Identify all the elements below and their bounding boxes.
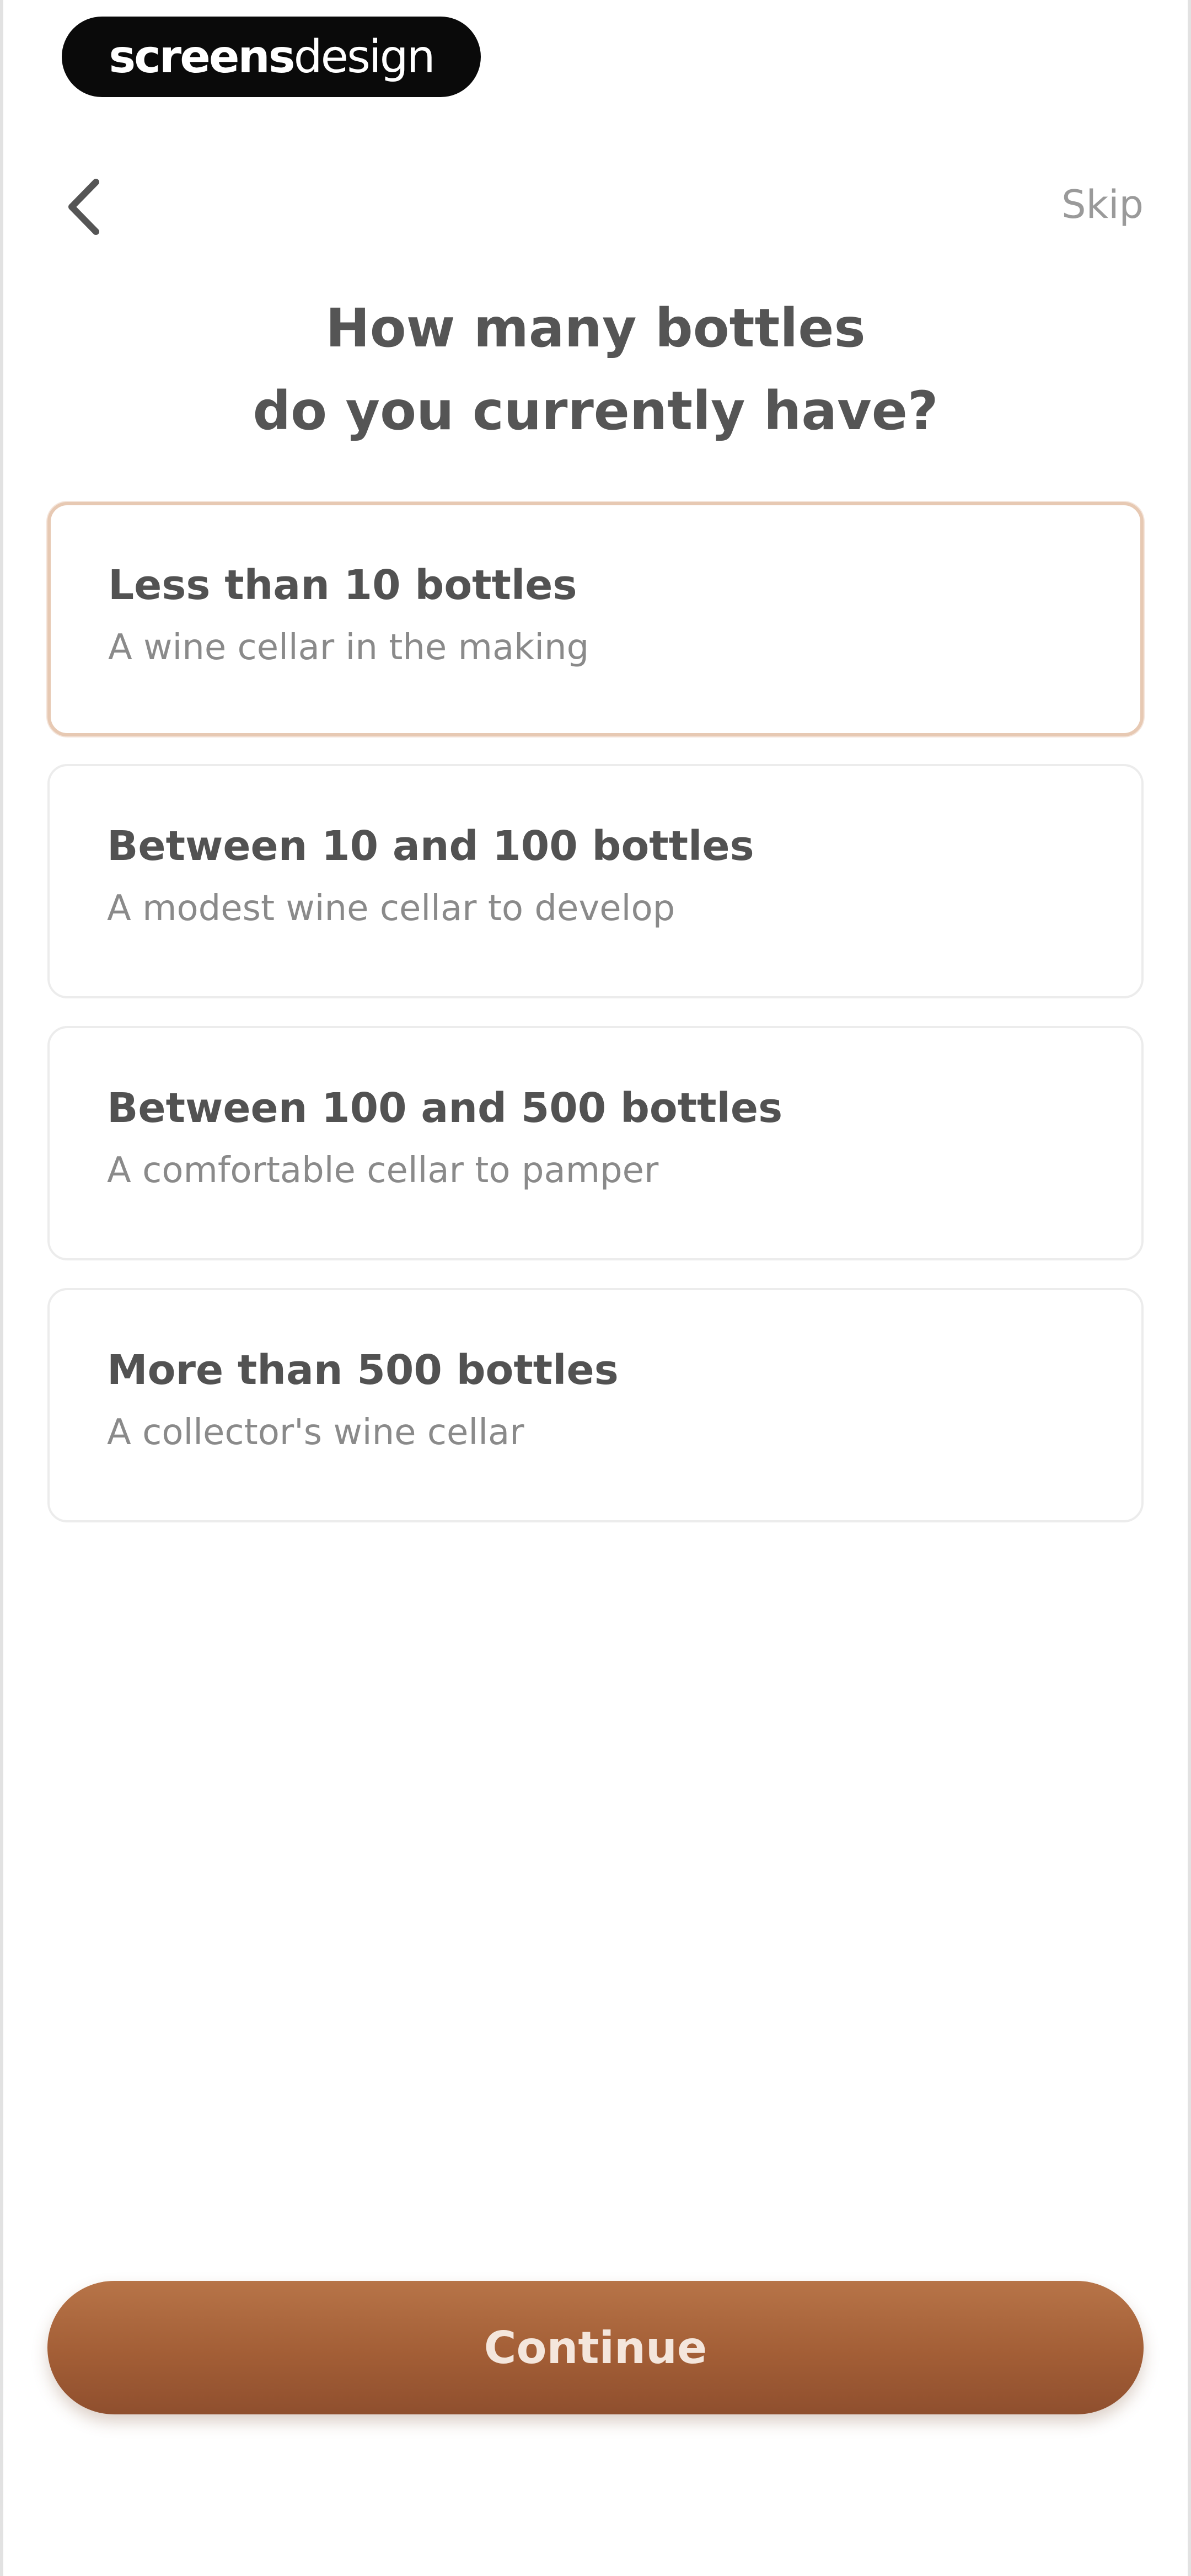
question-title: How many bottles do you currently have? (3, 287, 1188, 452)
chevron-left-icon (68, 179, 99, 235)
option-title: Less than 10 bottles (108, 562, 577, 609)
option-more-than-500[interactable]: More than 500 bottles A collector's wine… (47, 1288, 1144, 1522)
option-subtitle: A wine cellar in the making (108, 627, 589, 668)
question-line-2: do you currently have? (253, 380, 938, 442)
brand-light-text: design (293, 30, 436, 83)
option-title: Between 100 and 500 bottles (107, 1084, 783, 1132)
option-10-to-100[interactable]: Between 10 and 100 bottles A modest wine… (47, 764, 1144, 998)
question-line-1: How many bottles (325, 297, 866, 359)
option-less-than-10[interactable]: Less than 10 bottles A wine cellar in th… (47, 502, 1144, 736)
option-100-to-500[interactable]: Between 100 and 500 bottles A comfortabl… (47, 1026, 1144, 1260)
onboarding-screen: screens design Skip How many bottles do y… (0, 0, 1191, 2576)
brand-strong-text: screens (109, 30, 295, 83)
option-title: Between 10 and 100 bottles (107, 822, 754, 870)
option-subtitle: A collector's wine cellar (107, 1412, 524, 1453)
option-subtitle: A modest wine cellar to develop (107, 888, 675, 929)
screensdesign-watermark-logo: screens design (62, 17, 481, 97)
option-title: More than 500 bottles (107, 1346, 619, 1394)
answer-options-list: Less than 10 bottles A wine cellar in th… (47, 502, 1144, 1550)
back-button[interactable] (53, 171, 114, 243)
continue-button[interactable]: Continue (47, 2281, 1144, 2414)
option-subtitle: A comfortable cellar to pamper (107, 1150, 659, 1191)
skip-button[interactable]: Skip (1061, 182, 1144, 227)
